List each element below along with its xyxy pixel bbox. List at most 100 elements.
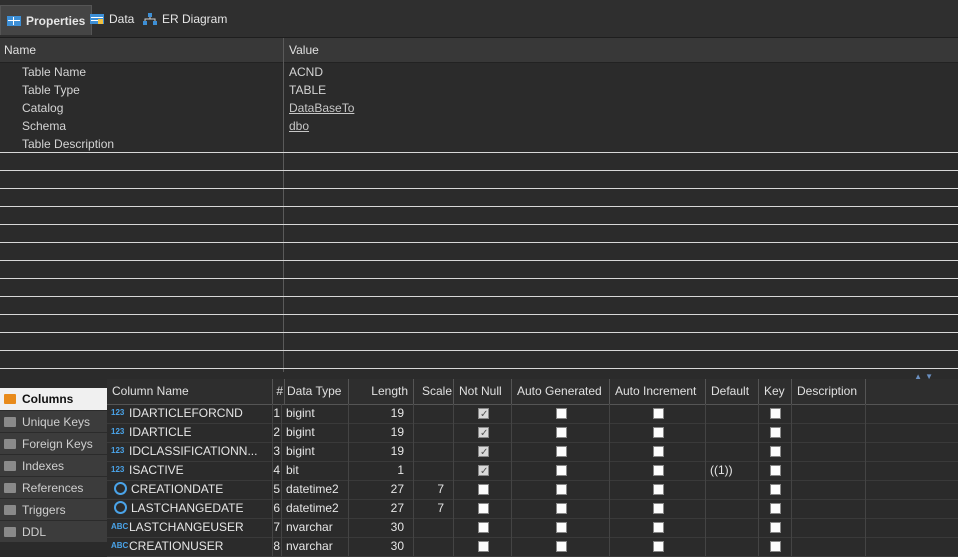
column-name-cell[interactable]: LASTCHANGEDATE [107,499,273,518]
key-cell[interactable] [759,404,792,423]
key-cell[interactable] [759,442,792,461]
not-null-checkbox[interactable] [478,484,489,495]
side-tab-columns[interactable]: Columns [0,388,107,410]
num-cell[interactable]: 8 [273,537,282,556]
auto-inc-cell[interactable] [610,461,706,480]
data-type-cell[interactable]: bigint [282,404,349,423]
auto-gen-checkbox[interactable] [556,446,567,457]
default-cell[interactable] [706,537,759,556]
side-tab-ddl[interactable]: DDL [0,521,107,542]
auto-inc-cell[interactable] [610,404,706,423]
auto-inc-checkbox[interactable] [653,522,664,533]
key-checkbox[interactable] [770,484,781,495]
scale-cell[interactable] [414,518,454,537]
key-checkbox[interactable] [770,541,781,552]
header-data-type[interactable]: Data Type [282,379,349,404]
auto-inc-cell[interactable] [610,423,706,442]
not-null-cell[interactable] [454,423,512,442]
default-cell[interactable] [706,404,759,423]
auto-gen-cell[interactable] [512,442,610,461]
data-type-cell[interactable]: datetime2 [282,480,349,499]
num-cell[interactable]: 4 [273,461,282,480]
not-null-checkbox[interactable] [478,503,489,514]
auto-inc-cell[interactable] [610,499,706,518]
scale-cell[interactable] [414,404,454,423]
auto-gen-cell[interactable] [512,404,610,423]
auto-inc-checkbox[interactable] [653,427,664,438]
auto-gen-checkbox[interactable] [556,408,567,419]
side-tab-unique-keys[interactable]: Unique Keys [0,411,107,432]
schema-link[interactable]: dbo [289,119,309,133]
header-key[interactable]: Key [759,379,792,404]
num-cell[interactable]: 7 [273,518,282,537]
key-checkbox[interactable] [770,522,781,533]
length-cell[interactable]: 1 [349,461,414,480]
header-description[interactable]: Description [792,379,866,404]
default-cell[interactable] [706,423,759,442]
default-cell[interactable] [706,442,759,461]
key-cell[interactable] [759,423,792,442]
data-type-cell[interactable]: datetime2 [282,499,349,518]
not-null-checkbox[interactable] [478,425,489,442]
column-name-cell[interactable]: ABCLASTCHANGEUSER [107,518,273,537]
num-cell[interactable]: 6 [273,499,282,518]
column-name-cell[interactable]: ABCCREATIONUSER [107,537,273,556]
table-row[interactable]: CREATIONDATE 5 datetime2 27 7 [107,480,958,500]
auto-inc-cell[interactable] [610,442,706,461]
not-null-checkbox[interactable] [478,463,489,480]
scale-cell[interactable]: 7 [414,499,454,518]
property-row-catalog[interactable]: Catalog DataBaseTo [0,99,958,117]
key-cell[interactable] [759,499,792,518]
auto-inc-cell[interactable] [610,537,706,556]
default-cell[interactable] [706,518,759,537]
desc-cell[interactable] [792,518,866,537]
header-default[interactable]: Default [706,379,759,404]
scale-cell[interactable] [414,442,454,461]
header-column-name[interactable]: Column Name [107,379,273,404]
header-scale[interactable]: Scale [414,379,454,404]
num-cell[interactable]: 2 [273,423,282,442]
table-row[interactable]: ABCCREATIONUSER 8 nvarchar 30 [107,537,958,557]
desc-cell[interactable] [792,404,866,423]
auto-gen-checkbox[interactable] [556,484,567,495]
not-null-cell[interactable] [454,499,512,518]
column-name-cell[interactable]: 123 IDARTICLE [107,423,273,442]
length-cell[interactable]: 27 [349,499,414,518]
tab-data[interactable]: Data [84,5,140,33]
auto-inc-cell[interactable] [610,480,706,499]
not-null-checkbox[interactable] [478,541,489,552]
data-type-cell[interactable]: bit [282,461,349,480]
key-checkbox[interactable] [770,503,781,514]
table-row[interactable]: 123 ISACTIVE 4bit1 ((1)) [107,461,958,481]
tab-properties[interactable]: Properties [0,5,93,35]
scale-cell[interactable] [414,423,454,442]
scale-cell[interactable] [414,537,454,556]
auto-inc-checkbox[interactable] [653,446,664,457]
not-null-cell[interactable] [454,480,512,499]
auto-inc-checkbox[interactable] [653,484,664,495]
catalog-link[interactable]: DataBaseTo [289,101,354,115]
data-type-cell[interactable]: bigint [282,423,349,442]
desc-cell[interactable] [792,537,866,556]
length-cell[interactable]: 27 [349,480,414,499]
desc-cell[interactable] [792,423,866,442]
auto-gen-checkbox[interactable] [556,427,567,438]
panel-splitter[interactable] [0,372,958,379]
key-checkbox[interactable] [770,408,781,419]
property-row-table-description[interactable]: Table Description [0,135,958,153]
num-cell[interactable]: 3 [273,442,282,461]
length-cell[interactable]: 30 [349,518,414,537]
auto-gen-cell[interactable] [512,423,610,442]
column-name-cell[interactable]: 123 ISACTIVE [107,461,273,480]
property-row-schema[interactable]: Schema dbo [0,117,958,135]
auto-inc-checkbox[interactable] [653,465,664,476]
auto-gen-checkbox[interactable] [556,541,567,552]
header-auto-generated[interactable]: Auto Generated [512,379,610,404]
length-cell[interactable]: 19 [349,404,414,423]
side-tab-references[interactable]: References [0,477,107,498]
key-checkbox[interactable] [770,446,781,457]
data-type-cell[interactable]: nvarchar [282,518,349,537]
num-cell[interactable]: 1 [273,404,282,423]
not-null-cell[interactable] [454,537,512,556]
auto-inc-checkbox[interactable] [653,503,664,514]
